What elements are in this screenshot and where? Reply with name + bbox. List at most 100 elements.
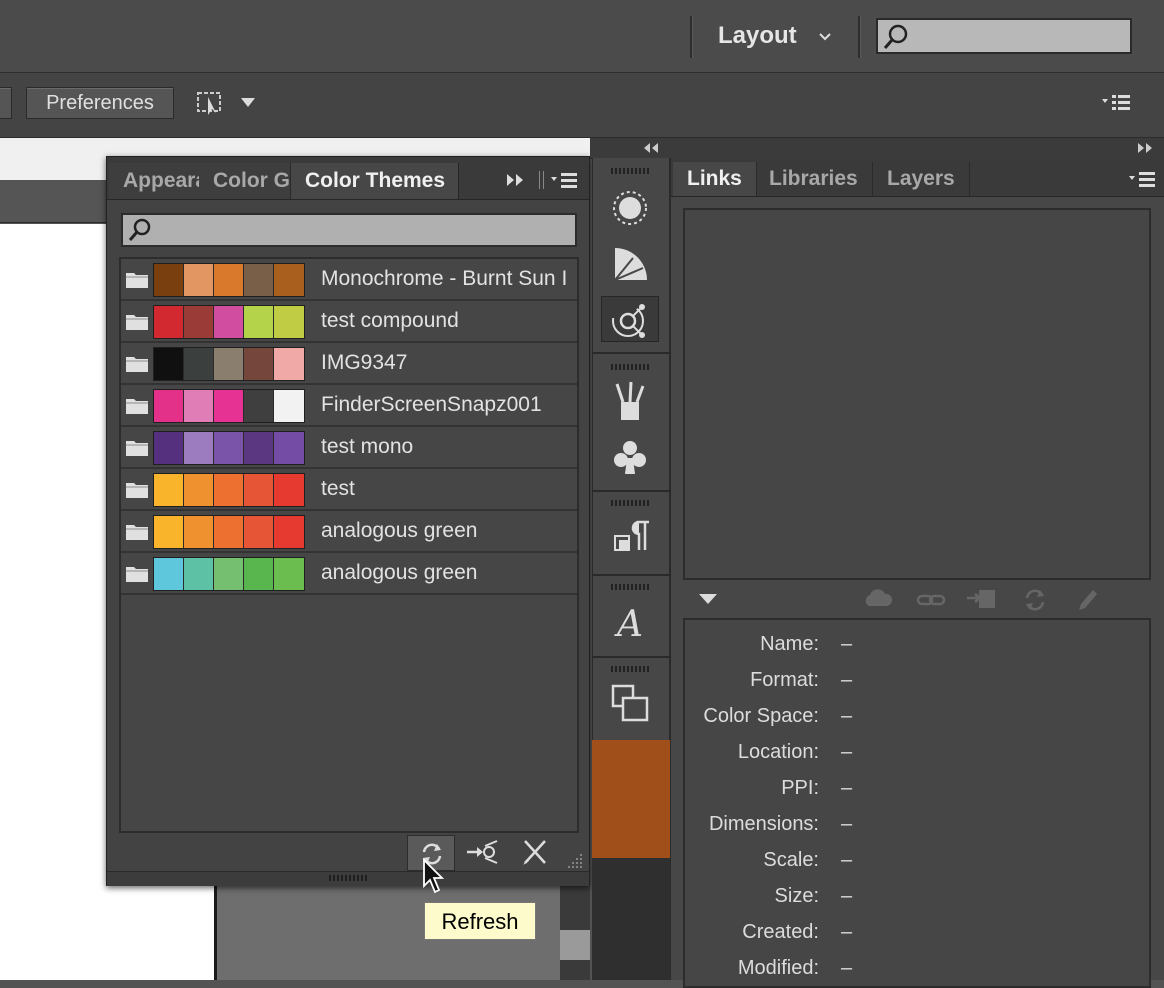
color-swatch[interactable] [274,264,304,296]
color-swatch[interactable] [274,558,304,590]
color-swatch[interactable] [184,474,214,506]
symbols-icon[interactable] [601,434,659,480]
color-swatch[interactable] [184,390,214,422]
color-swatch[interactable] [274,516,304,548]
color-swatch[interactable] [244,516,274,548]
paragraph-styles-icon[interactable] [601,514,659,560]
toolbar-button-partial[interactable] [0,87,12,119]
color-swatch[interactable] [274,432,304,464]
color-swatch[interactable] [214,306,244,338]
color-swatch[interactable] [154,348,184,380]
info-row: PPI: – [685,770,1149,806]
panel-resize-bar[interactable] [107,871,589,886]
color-swatch[interactable] [244,390,274,422]
color-swatch[interactable] [154,558,184,590]
theme-row[interactable]: analogous green [121,511,577,553]
edit-theme-icon[interactable] [519,837,551,867]
add-to-swatches-icon[interactable] [465,837,501,867]
color-guide-icon[interactable] [601,240,659,286]
preferences-button[interactable]: Preferences [26,87,174,119]
tab-links[interactable]: Links [673,162,757,196]
arrange-documents-icon[interactable] [194,87,230,119]
collapse-left-icon[interactable] [642,142,660,154]
color-swatch[interactable] [154,306,184,338]
color-swatch[interactable] [154,264,184,296]
theme-row[interactable]: IMG9347 [121,343,577,385]
help-search-input[interactable] [876,18,1132,54]
color-swatch[interactable] [214,390,244,422]
color-swatch[interactable] [184,348,214,380]
color-swatch[interactable] [244,474,274,506]
character-icon[interactable]: A [601,598,659,644]
theme-row[interactable]: test [121,469,577,511]
color-swatch[interactable] [244,264,274,296]
color-swatch[interactable] [184,264,214,296]
chevron-down-icon[interactable] [818,32,832,42]
color-swatch[interactable] [244,432,274,464]
go-to-link-icon[interactable] [965,586,999,612]
theme-swatches[interactable] [153,557,305,591]
theme-swatches[interactable] [153,305,305,339]
theme-row[interactable]: FinderScreenSnapz001 [121,385,577,427]
themes-search-input[interactable] [121,213,577,247]
tab-layers[interactable]: Layers [873,162,970,196]
theme-swatches[interactable] [153,263,305,297]
show-link-info-icon[interactable] [697,592,719,606]
appearance-icon[interactable] [601,184,659,230]
brushes-icon[interactable] [601,378,659,424]
color-swatch[interactable] [184,558,214,590]
color-swatch[interactable] [214,516,244,548]
update-link-icon[interactable] [1021,586,1049,614]
color-swatch[interactable] [154,390,184,422]
info-row: Scale: – [685,842,1149,878]
panel-menu-icon[interactable] [549,171,581,191]
links-list[interactable] [683,208,1151,580]
relink-icon[interactable] [915,588,947,612]
color-swatch[interactable] [244,558,274,590]
color-swatch[interactable] [214,474,244,506]
theme-row[interactable]: test mono [121,427,577,469]
color-swatch[interactable] [154,516,184,548]
color-swatch[interactable] [214,558,244,590]
color-swatch[interactable] [184,306,214,338]
color-swatch[interactable] [214,432,244,464]
expand-panel-icon[interactable] [505,173,527,187]
color-swatch[interactable] [274,474,304,506]
workspace-switcher[interactable]: Layout [718,22,797,50]
color-swatch[interactable] [274,306,304,338]
theme-swatches[interactable] [153,515,305,549]
panel-menu-icon[interactable] [1100,93,1132,113]
theme-swatches[interactable] [153,431,305,465]
color-swatch[interactable] [274,348,304,380]
scroll-thumb[interactable] [560,930,590,960]
color-swatch[interactable] [184,516,214,548]
tab-libraries[interactable]: Libraries [755,162,873,196]
tab-color-guide[interactable]: Color Guide [199,163,291,199]
color-themes-icon-button[interactable] [601,296,659,342]
color-swatch[interactable] [154,432,184,464]
grip [611,584,649,590]
color-swatch[interactable] [274,390,304,422]
tab-appearance[interactable]: Appearance [109,163,201,199]
cloud-icon[interactable] [861,586,895,612]
theme-row[interactable]: analogous green [121,553,577,595]
chevron-down-icon[interactable] [240,97,256,109]
theme-swatches[interactable] [153,473,305,507]
theme-swatches[interactable] [153,347,305,381]
artboards-icon[interactable] [601,680,659,726]
theme-row[interactable]: test compound [121,301,577,343]
theme-row[interactable]: Monochrome - Burnt Sun I [121,259,577,301]
color-swatch[interactable] [244,348,274,380]
panel-menu-icon[interactable] [1127,170,1159,190]
edit-original-icon[interactable] [1073,586,1101,614]
color-swatch[interactable] [214,348,244,380]
grip [611,666,649,672]
color-swatch[interactable] [244,306,274,338]
tab-color-themes[interactable]: Color Themes [291,163,459,199]
color-swatch[interactable] [184,432,214,464]
collapse-right-icon[interactable] [1136,142,1154,154]
color-swatch[interactable] [154,474,184,506]
resize-grip-icon[interactable] [565,851,583,869]
theme-swatches[interactable] [153,389,305,423]
color-swatch[interactable] [214,264,244,296]
